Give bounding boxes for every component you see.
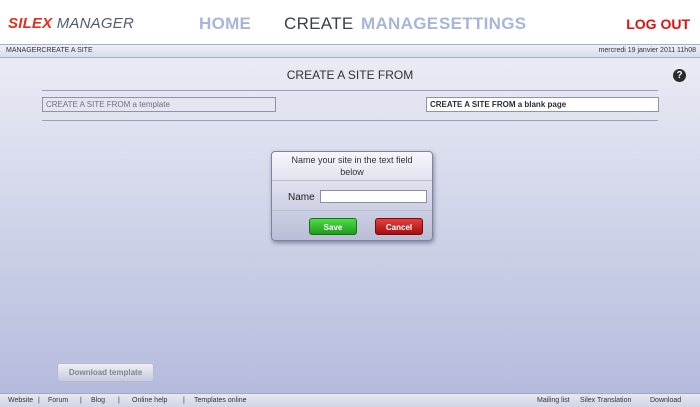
save-button[interactable]: Save	[309, 218, 357, 235]
page-title: CREATE A SITE FROM	[286, 68, 414, 82]
cancel-button[interactable]: Cancel	[375, 218, 423, 235]
logout-button[interactable]: LOG OUT	[626, 16, 690, 32]
create-from-template-option[interactable]: CREATE A SITE FROM a template	[42, 97, 276, 112]
nav-home[interactable]: HOME	[199, 14, 251, 34]
footer-link-mailing-list[interactable]: Mailing list	[537, 397, 570, 404]
divider-bottom	[42, 120, 658, 121]
help-icon[interactable]: ?	[673, 69, 686, 82]
footer-separator: |	[183, 397, 185, 404]
name-label: Name	[288, 192, 315, 203]
dialog-message-line2: below	[340, 167, 364, 177]
nav-settings[interactable]: SETTINGS	[439, 14, 526, 34]
breadcrumb: MANAGERCREATE A SITE	[6, 47, 93, 54]
footer-link-download[interactable]: Download	[650, 397, 681, 404]
nav-manage[interactable]: MANAGE	[361, 14, 438, 34]
current-date: mercredi 19 janvier 2011 11h08	[598, 47, 696, 54]
footer-link-silex-translation[interactable]: Silex Translation	[580, 397, 631, 404]
name-site-dialog: Name your site in the text field below N…	[271, 151, 433, 241]
footer-link-online-help[interactable]: Online help	[132, 397, 167, 404]
nav-create[interactable]: CREATE	[284, 14, 354, 34]
footer-separator: |	[80, 397, 82, 404]
breadcrumb-bar: MANAGERCREATE A SITE mercredi 19 janvier…	[0, 44, 700, 58]
footer-separator: |	[38, 397, 40, 404]
dialog-divider-top	[272, 180, 432, 181]
dialog-message-line1: Name your site in the text field	[291, 155, 413, 165]
breadcrumb-current: CREATE A SITE	[41, 47, 93, 54]
footer-bar: Website | Forum | Blog | Online help | T…	[0, 393, 700, 407]
download-template-button[interactable]: Download template	[57, 363, 154, 382]
footer-link-website[interactable]: Website	[8, 397, 33, 404]
breadcrumb-root[interactable]: MANAGER	[6, 47, 41, 54]
footer-link-forum[interactable]: Forum	[48, 397, 68, 404]
logo-silex: SILEX	[8, 15, 53, 32]
app-logo[interactable]: SILEX MANAGER	[8, 15, 134, 32]
footer-link-templates-online[interactable]: Templates online	[194, 397, 247, 404]
divider-top	[42, 90, 658, 91]
footer-separator: |	[118, 397, 120, 404]
dialog-message: Name your site in the text field below	[272, 154, 432, 178]
dialog-divider-bottom	[272, 210, 432, 211]
footer-link-blog[interactable]: Blog	[91, 397, 105, 404]
logo-manager: MANAGER	[56, 15, 134, 32]
site-name-input[interactable]	[320, 190, 427, 203]
app-header: SILEX MANAGER HOME CREATE MANAGE SETTING…	[0, 0, 700, 44]
create-from-blank-option[interactable]: CREATE A SITE FROM a blank page	[426, 97, 659, 112]
